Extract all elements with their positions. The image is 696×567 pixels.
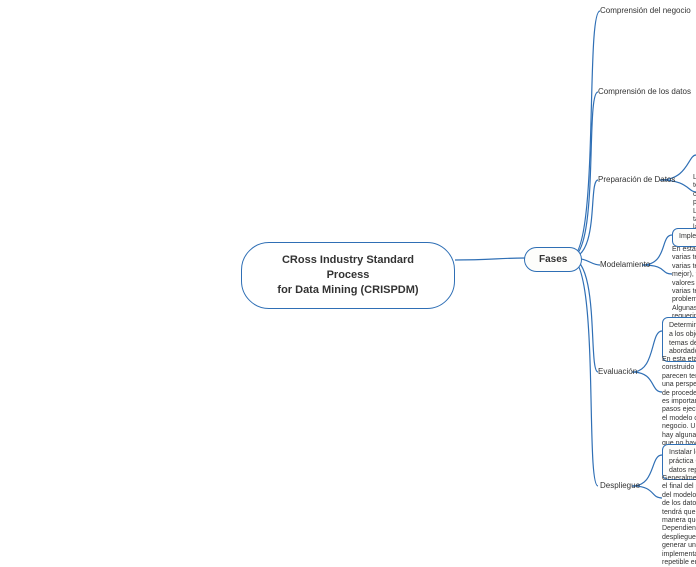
phase-label-text: Comprensión de los datos xyxy=(598,87,691,96)
phase4-box[interactable]: Implementar sobre datos xyxy=(672,228,696,247)
phase-modelamiento[interactable]: Modelamiento xyxy=(600,260,650,269)
phase-label-text: Despliegue xyxy=(600,481,640,490)
phase-despliegue[interactable]: Despliegue xyxy=(600,481,640,490)
phase-comprension-datos[interactable]: Comprensión de los datos xyxy=(598,87,691,96)
phase6-box-text: Instalar los modelos resultantes en la p… xyxy=(669,449,696,474)
root-title-line1: CRoss Industry Standard Process xyxy=(282,254,414,281)
phase6-desc: Generalmente, la creación del modelo no … xyxy=(662,475,696,567)
phase5-box-text: Determinar si los resultados se ajustan … xyxy=(669,322,696,355)
fases-label: Fases xyxy=(539,254,567,265)
phase-label-text: Comprensión del negocio xyxy=(600,6,691,15)
fases-node[interactable]: Fases xyxy=(524,247,582,272)
phase-label-text: Modelamiento xyxy=(600,260,650,269)
root-node[interactable]: CRoss Industry Standard Process for Data… xyxy=(241,242,455,309)
phase-evaluacion[interactable]: Evaluación xyxy=(598,367,637,376)
phase6-desc-text: Generalmente, la creación del modelo no … xyxy=(662,475,696,566)
phase-preparacion-datos[interactable]: Preparación de Datos xyxy=(598,175,675,184)
root-title-line2: for Data Mining (CRISPDM) xyxy=(277,284,418,296)
phase4-box-text: Implementar sobre datos xyxy=(679,233,696,240)
phase-label-text: Evaluación xyxy=(598,367,637,376)
phase-label-text: Preparación de Datos xyxy=(598,175,675,184)
phase-comprension-negocio[interactable]: Comprensión del negocio xyxy=(600,6,691,15)
